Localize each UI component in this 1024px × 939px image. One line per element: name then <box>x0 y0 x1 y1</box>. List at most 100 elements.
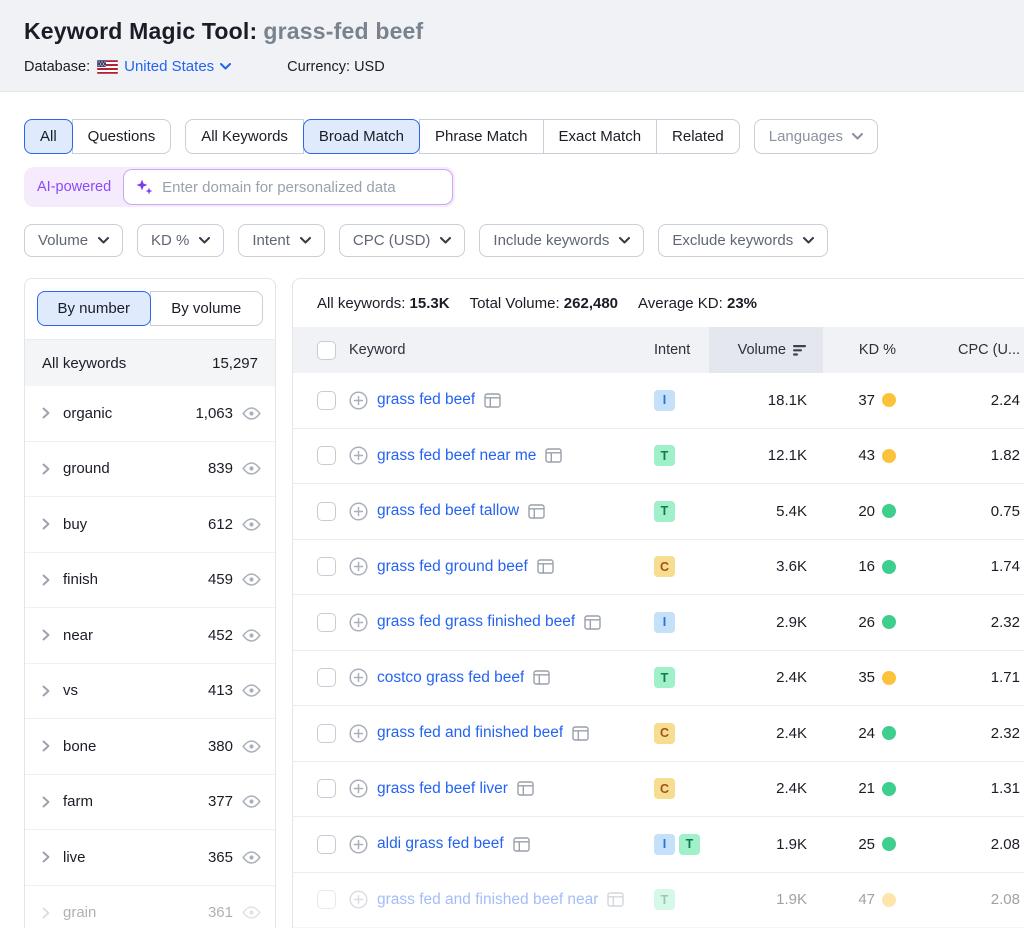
filter-volume[interactable]: Volume <box>24 224 124 257</box>
keyword-link[interactable]: costco grass fed beef <box>377 669 524 687</box>
serp-snapshot-icon[interactable] <box>607 892 625 907</box>
filter-cpc-usd-[interactable]: CPC (USD) <box>338 224 466 257</box>
column-header-cpc[interactable]: CPC (U... <box>958 342 1020 358</box>
row-checkbox[interactable] <box>317 668 336 688</box>
add-to-list-icon[interactable] <box>349 668 368 687</box>
row-checkbox[interactable] <box>317 834 336 854</box>
serp-snapshot-icon[interactable] <box>484 393 501 408</box>
filter-intent[interactable]: Intent <box>238 224 325 257</box>
tab-all-keywords[interactable]: All Keywords <box>185 119 304 154</box>
eye-icon[interactable] <box>242 573 261 587</box>
database-value: United States <box>124 58 215 75</box>
tab-exact-match[interactable]: Exact Match <box>542 119 658 154</box>
group-label: farm <box>63 793 93 811</box>
tab-all[interactable]: All <box>24 119 73 154</box>
keyword-group-row[interactable]: near 452 <box>25 608 275 664</box>
add-to-list-icon[interactable] <box>349 613 368 632</box>
row-checkbox[interactable] <box>317 723 336 743</box>
sidebar-sort-toggle: By number By volume <box>37 291 263 326</box>
tab-related[interactable]: Related <box>656 119 740 154</box>
keyword-group-row[interactable]: finish 459 <box>25 553 275 608</box>
filter-exclude-keywords[interactable]: Exclude keywords <box>658 224 829 257</box>
keyword-link[interactable]: grass fed and finished beef near <box>377 891 598 909</box>
column-header-keyword[interactable]: Keyword <box>349 342 405 358</box>
eye-icon[interactable] <box>242 795 261 809</box>
tab-questions[interactable]: Questions <box>71 119 172 154</box>
serp-snapshot-icon[interactable] <box>512 837 530 852</box>
table-summary-row: All keywords: 15.3K Total Volume: 262,480… <box>293 279 1024 327</box>
keyword-group-row[interactable]: grain 361 <box>25 886 275 929</box>
serp-snapshot-icon[interactable] <box>572 726 589 741</box>
eye-icon[interactable] <box>242 406 261 420</box>
serp-snapshot-icon[interactable] <box>584 615 601 630</box>
kd-difficulty-dot <box>882 448 896 463</box>
tab-phrase-match[interactable]: Phrase Match <box>418 119 544 154</box>
add-to-list-icon[interactable] <box>349 446 368 465</box>
column-header-kd[interactable]: KD % <box>859 342 896 358</box>
kd-difficulty-dot <box>882 393 896 408</box>
keyword-group-row[interactable]: bone 380 <box>25 719 275 775</box>
keyword-group-row[interactable]: farm 377 <box>25 775 275 830</box>
serp-snapshot-icon[interactable] <box>545 448 563 463</box>
keyword-group-row[interactable]: buy 612 <box>25 497 275 553</box>
sidebar-toggle-by-number[interactable]: By number <box>37 291 151 326</box>
column-header-volume[interactable]: Volume <box>709 327 823 373</box>
group-count: 365 <box>207 848 233 866</box>
keyword-link[interactable]: grass fed beef tallow <box>377 502 519 520</box>
kd-value: 21 <box>858 780 875 798</box>
eye-icon[interactable] <box>242 462 261 476</box>
row-checkbox[interactable] <box>317 446 336 466</box>
serp-snapshot-icon[interactable] <box>533 670 551 685</box>
row-checkbox[interactable] <box>317 779 336 799</box>
keyword-link[interactable]: grass fed beef liver <box>377 780 508 798</box>
keyword-link[interactable]: aldi grass fed beef <box>377 835 504 853</box>
add-to-list-icon[interactable] <box>349 502 368 521</box>
filter-kd-[interactable]: KD % <box>137 224 225 257</box>
serp-snapshot-icon[interactable] <box>517 781 534 796</box>
cpc-value: 2.32 <box>990 613 1020 631</box>
intent-badge-i: I <box>654 833 675 855</box>
languages-dropdown[interactable]: Languages <box>753 119 878 154</box>
eye-icon[interactable] <box>242 906 261 920</box>
select-all-checkbox[interactable] <box>317 340 336 360</box>
domain-input[interactable] <box>123 169 454 205</box>
eye-icon[interactable] <box>242 517 261 531</box>
add-to-list-icon[interactable] <box>349 779 368 798</box>
keyword-link[interactable]: grass fed grass finished beef <box>377 613 575 631</box>
sidebar-all-keywords-row[interactable]: All keywords 15,297 <box>25 339 275 386</box>
add-to-list-icon[interactable] <box>349 724 368 743</box>
keyword-link[interactable]: grass fed beef <box>377 391 475 409</box>
eye-icon[interactable] <box>242 628 261 642</box>
add-to-list-icon[interactable] <box>349 557 368 576</box>
keyword-group-row[interactable]: ground 839 <box>25 442 275 497</box>
keyword-group-row[interactable]: vs 413 <box>25 664 275 719</box>
row-checkbox[interactable] <box>317 612 336 632</box>
keyword-link[interactable]: grass fed beef near me <box>377 447 536 465</box>
eye-icon[interactable] <box>242 850 261 864</box>
eye-icon[interactable] <box>242 684 261 698</box>
row-checkbox[interactable] <box>317 390 336 410</box>
filter-include-keywords[interactable]: Include keywords <box>479 224 645 257</box>
serp-snapshot-icon[interactable] <box>528 504 545 519</box>
kd-difficulty-dot <box>882 837 896 852</box>
tab-broad-match[interactable]: Broad Match <box>302 119 420 154</box>
kd-value: 35 <box>858 669 875 687</box>
sidebar-toggle-by-volume[interactable]: By volume <box>149 291 263 326</box>
add-to-list-icon[interactable] <box>349 835 368 854</box>
row-checkbox[interactable] <box>317 890 336 910</box>
row-checkbox[interactable] <box>317 557 336 577</box>
keyword-group-row[interactable]: live 365 <box>25 830 275 886</box>
keyword-group-row[interactable]: organic 1,063 <box>25 386 275 442</box>
column-header-intent[interactable]: Intent <box>654 342 690 358</box>
keyword-link[interactable]: grass fed ground beef <box>377 558 528 576</box>
header-meta-row: Database: United States Currency: USD <box>24 58 1000 75</box>
add-to-list-icon[interactable] <box>349 890 368 909</box>
eye-icon[interactable] <box>242 739 261 753</box>
languages-label: Languages <box>768 128 843 145</box>
database-selector[interactable]: United States <box>124 58 232 75</box>
keyword-link[interactable]: grass fed and finished beef <box>377 724 563 742</box>
add-to-list-icon[interactable] <box>349 391 368 410</box>
page-title-query: grass-fed beef <box>263 18 424 44</box>
serp-snapshot-icon[interactable] <box>537 559 554 574</box>
row-checkbox[interactable] <box>317 501 336 521</box>
